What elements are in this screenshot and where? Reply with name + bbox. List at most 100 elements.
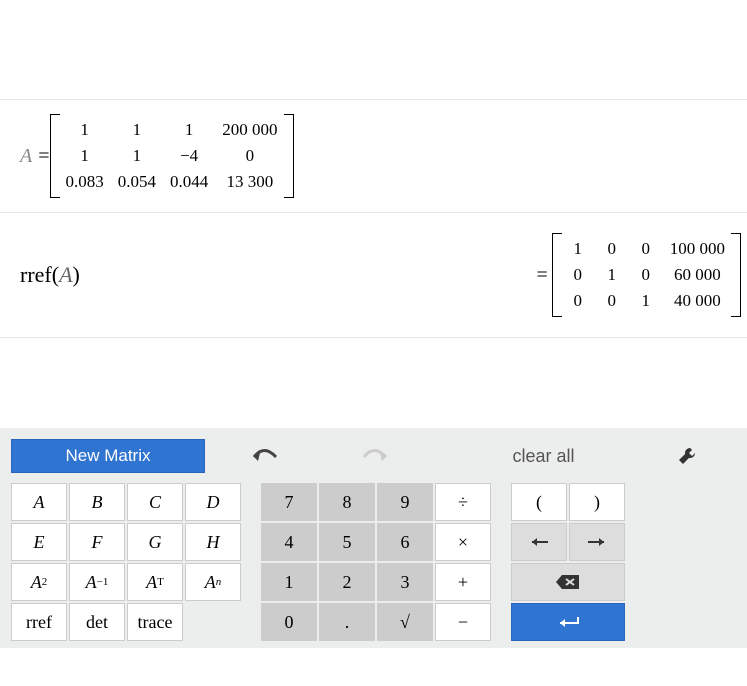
key-8[interactable]: 8: [319, 483, 375, 521]
key-7[interactable]: 7: [261, 483, 317, 521]
numpad-cluster: 7 8 9 ÷ 4 5 6 × 1 2 3 + 0 . √ −: [260, 482, 492, 642]
result-section[interactable]: rref(A) = 100100 00001060 00000140 000: [0, 213, 747, 338]
matrix-cell: 0.044: [170, 172, 208, 192]
redo-icon: [362, 447, 388, 465]
matrix-cell: 1: [602, 265, 622, 285]
tools-button[interactable]: [677, 446, 737, 466]
right-cluster: ( ): [510, 482, 626, 642]
keyboard-top-row: New Matrix clear all: [6, 436, 741, 482]
matrix-cell: 13 300: [222, 172, 277, 192]
matrix-cell: 0.083: [66, 172, 104, 192]
matrix-cell: 1: [636, 291, 656, 311]
matrix-name-equals: A =: [20, 145, 50, 168]
undo-button[interactable]: [230, 440, 300, 472]
matrix-body: 111200 00011−400.0830.0540.04413 300: [62, 114, 282, 198]
func-name: rref: [20, 262, 52, 287]
key-E[interactable]: E: [11, 523, 67, 561]
new-matrix-button[interactable]: New Matrix: [11, 439, 205, 473]
matrix-cell: 100 000: [670, 239, 725, 259]
key-det[interactable]: det: [69, 603, 125, 641]
left-arrow-icon: [528, 536, 550, 548]
key-close-paren[interactable]: ): [569, 483, 625, 521]
variable-cluster: A B C D E F G H A2 A−1 AT An rref det tr…: [10, 482, 242, 642]
func-arg: A: [59, 262, 72, 287]
matrix-cell: 0.054: [118, 172, 156, 192]
matrix-cell: 1: [118, 120, 156, 140]
open-paren: (: [52, 262, 59, 287]
key-open-paren[interactable]: (: [511, 483, 567, 521]
matrix-cell: 0: [222, 146, 277, 166]
key-divide[interactable]: ÷: [435, 483, 491, 521]
key-enter[interactable]: [511, 603, 625, 641]
key-3[interactable]: 3: [377, 563, 433, 601]
key-minus[interactable]: −: [435, 603, 491, 641]
matrix-cell: −4: [170, 146, 208, 166]
key-right-arrow[interactable]: [569, 523, 625, 561]
bracket-left: [552, 233, 562, 317]
empty-input-section[interactable]: [0, 0, 747, 100]
key-5[interactable]: 5: [319, 523, 375, 561]
backspace-icon: [555, 574, 581, 590]
result-lhs: rref(A): [20, 262, 80, 288]
redo-button[interactable]: [340, 440, 410, 472]
bracket-left: [50, 114, 60, 198]
matrix-A: 111200 00011−400.0830.0540.04413 300: [50, 114, 294, 198]
keyboard-body: A B C D E F G H A2 A−1 AT An rref det tr…: [6, 482, 741, 642]
matrix-cell: 0: [602, 239, 622, 259]
key-F[interactable]: F: [69, 523, 125, 561]
wrench-icon: [677, 446, 697, 466]
key-plus[interactable]: +: [435, 563, 491, 601]
matrix-cell: 1: [66, 146, 104, 166]
matrix-cell: 0: [568, 265, 588, 285]
matrix-body: 100100 00001060 00000140 000: [564, 233, 729, 317]
bracket-right: [731, 233, 741, 317]
key-A-transpose[interactable]: AT: [127, 563, 183, 601]
key-0[interactable]: 0: [261, 603, 317, 641]
key-D[interactable]: D: [185, 483, 241, 521]
undo-icon: [252, 447, 278, 465]
key-9[interactable]: 9: [377, 483, 433, 521]
matrix-cell: 1: [568, 239, 588, 259]
key-4[interactable]: 4: [261, 523, 317, 561]
bracket-right: [284, 114, 294, 198]
equals-sign: =: [38, 145, 49, 168]
key-multiply[interactable]: ×: [435, 523, 491, 561]
result-rhs: = 100100 00001060 00000140 000: [536, 233, 741, 317]
close-paren: ): [73, 262, 80, 287]
key-sqrt[interactable]: √: [377, 603, 433, 641]
key-A[interactable]: A: [11, 483, 67, 521]
matrix-cell: 1: [170, 120, 208, 140]
equals-sign: =: [536, 264, 547, 287]
matrix-cell: 0: [636, 239, 656, 259]
key-C[interactable]: C: [127, 483, 183, 521]
matrix-cell: 40 000: [670, 291, 725, 311]
key-backspace[interactable]: [511, 563, 625, 601]
key-A-power-n[interactable]: An: [185, 563, 241, 601]
matrix-cell: 200 000: [222, 120, 277, 140]
matrix-name: A: [20, 145, 32, 168]
matrix-cell: 1: [66, 120, 104, 140]
matrix-definition-section[interactable]: A = 111200 00011−400.0830.0540.04413 300: [0, 100, 747, 213]
clear-all-button[interactable]: clear all: [410, 446, 677, 467]
key-B[interactable]: B: [69, 483, 125, 521]
key-H[interactable]: H: [185, 523, 241, 561]
key-G[interactable]: G: [127, 523, 183, 561]
enter-icon: [554, 615, 582, 629]
result-matrix: 100100 00001060 00000140 000: [552, 233, 741, 317]
key-A-squared[interactable]: A2: [11, 563, 67, 601]
key-2[interactable]: 2: [319, 563, 375, 601]
on-screen-keyboard: New Matrix clear all A B C D E F G: [0, 428, 747, 648]
key-trace[interactable]: trace: [127, 603, 183, 641]
key-dot[interactable]: .: [319, 603, 375, 641]
key-6[interactable]: 6: [377, 523, 433, 561]
matrix-cell: 0: [636, 265, 656, 285]
key-A-inverse[interactable]: A−1: [69, 563, 125, 601]
matrix-cell: 60 000: [670, 265, 725, 285]
key-rref[interactable]: rref: [11, 603, 67, 641]
matrix-cell: 0: [568, 291, 588, 311]
key-1[interactable]: 1: [261, 563, 317, 601]
key-left-arrow[interactable]: [511, 523, 567, 561]
right-arrow-icon: [586, 536, 608, 548]
matrix-cell: 1: [118, 146, 156, 166]
spacer: [0, 338, 747, 428]
